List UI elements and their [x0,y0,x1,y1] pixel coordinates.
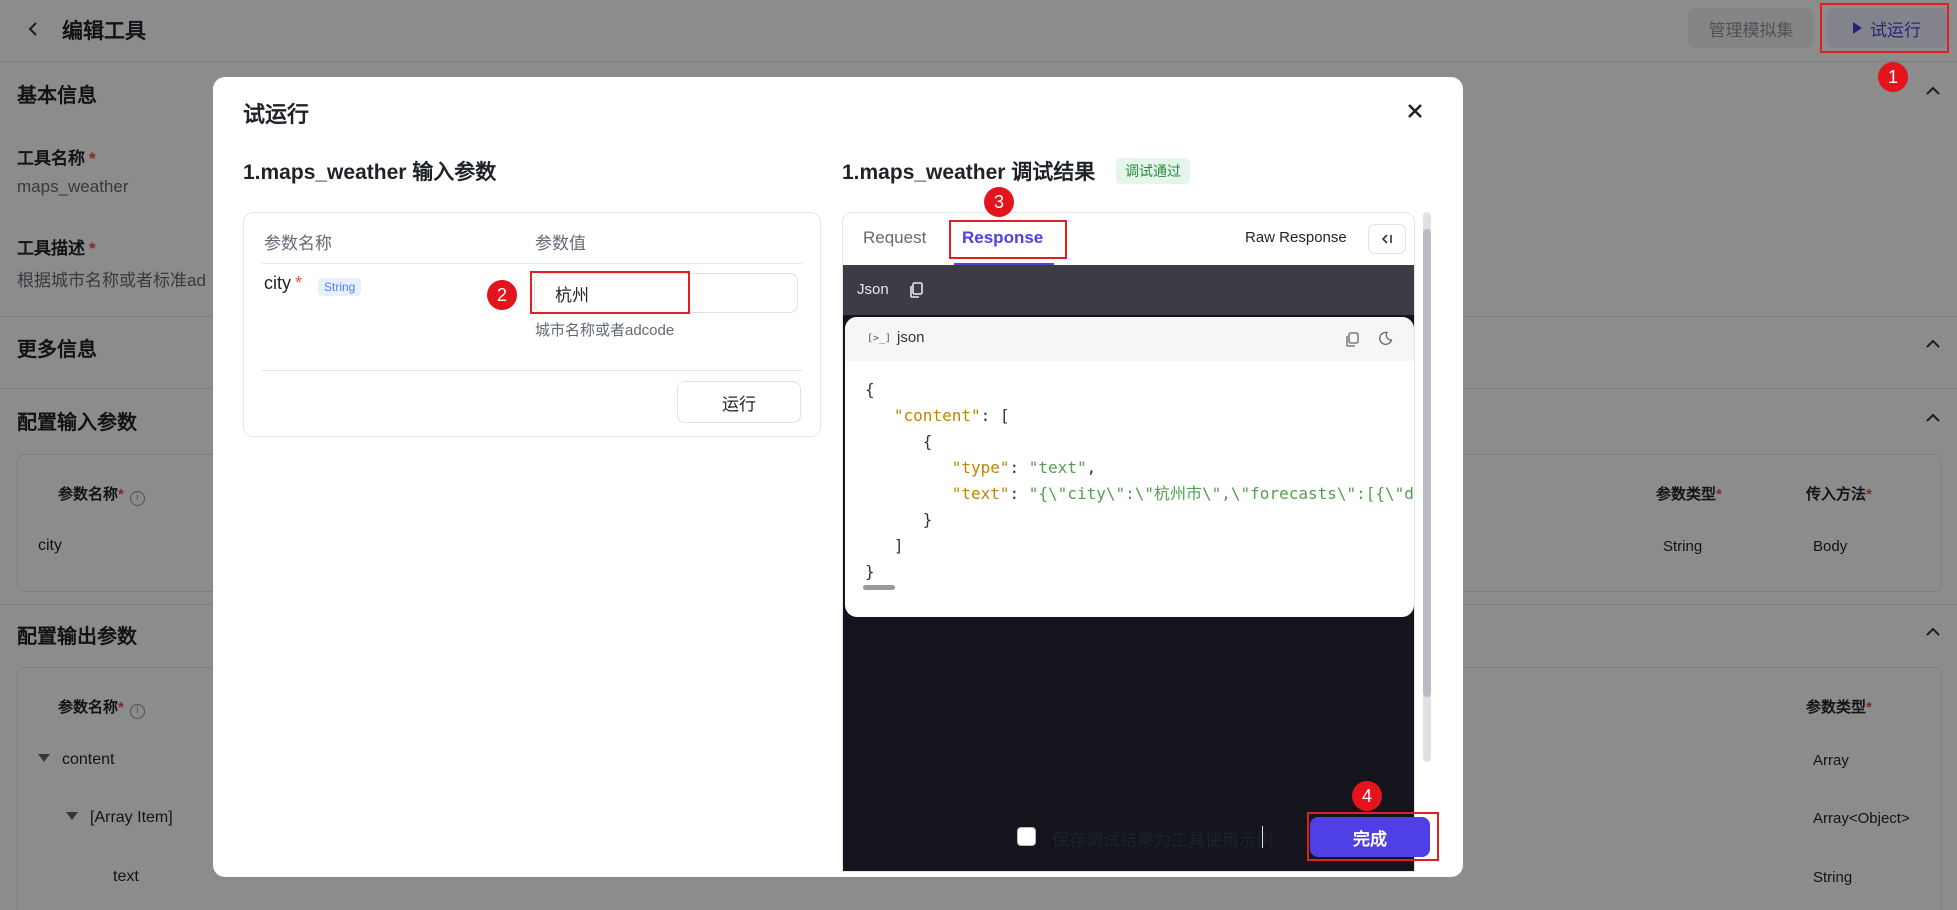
col-param-name: 参数名称 [264,234,332,253]
status-badge: 调试通过 [1116,158,1190,184]
json-code: { "content": [ { "type": "text", "text":… [865,380,1414,581]
trial-run-dialog: 试运行 1.maps_weather 输入参数 参数名称 参数值 city * S… [213,77,1463,877]
input-params-card: 参数名称 参数值 city* String 城市名称或者adcode 运行 [243,212,821,437]
col-param-value: 参数值 [535,234,586,253]
annotation-number: 3 [984,187,1014,217]
close-icon[interactable] [1404,100,1426,122]
code-language: json [897,329,925,346]
tab-request[interactable]: Request [863,228,926,248]
type-tag: String [318,278,362,296]
code-header: [>_] json [845,317,1414,361]
horizontal-scrollbar[interactable] [863,585,895,590]
divider [1262,826,1263,848]
annotation-number: 2 [487,280,517,310]
divider [262,370,802,371]
annotation-number: 1 [1878,62,1908,92]
annotation-number: 4 [1352,781,1382,811]
input-section-title: 1.maps_weather 输入参数 [243,161,497,184]
highlight-box [1307,812,1439,861]
divider [262,263,802,264]
dialog-title: 试运行 [243,102,310,127]
run-button[interactable]: 运行 [677,381,801,423]
highlight-box [530,271,690,314]
terminal-icon: [>_] [867,333,892,344]
collapse-left-icon [1381,234,1392,244]
result-panel: Request Response Raw Response Json [>_] … [842,212,1415,872]
highlight-box [949,220,1067,259]
json-toolbar: Json [843,265,1414,315]
response-viewer: Json [>_] json { "content": [ { "type": … [843,265,1414,871]
code-block: [>_] json { "content": [ { "type": "text… [845,317,1414,617]
theme-toggle-icon[interactable] [1378,331,1393,346]
copy-icon[interactable] [908,281,924,299]
param-hint: 城市名称或者adcode [535,322,675,339]
vertical-scrollbar[interactable] [1423,229,1431,697]
collapse-raw-response-button[interactable] [1368,224,1406,254]
result-section-title: 1.maps_weather 调试结果 [842,161,1096,184]
param-name: city * [264,273,303,293]
save-example-label[interactable]: 保存调试结果为工具使用示例 [1052,826,1273,851]
save-example-checkbox[interactable] [1017,827,1036,846]
json-label: Json [857,281,889,298]
highlight-box [1820,3,1949,53]
raw-response-label: Raw Response [1245,229,1347,246]
copy-icon[interactable] [1345,332,1359,347]
